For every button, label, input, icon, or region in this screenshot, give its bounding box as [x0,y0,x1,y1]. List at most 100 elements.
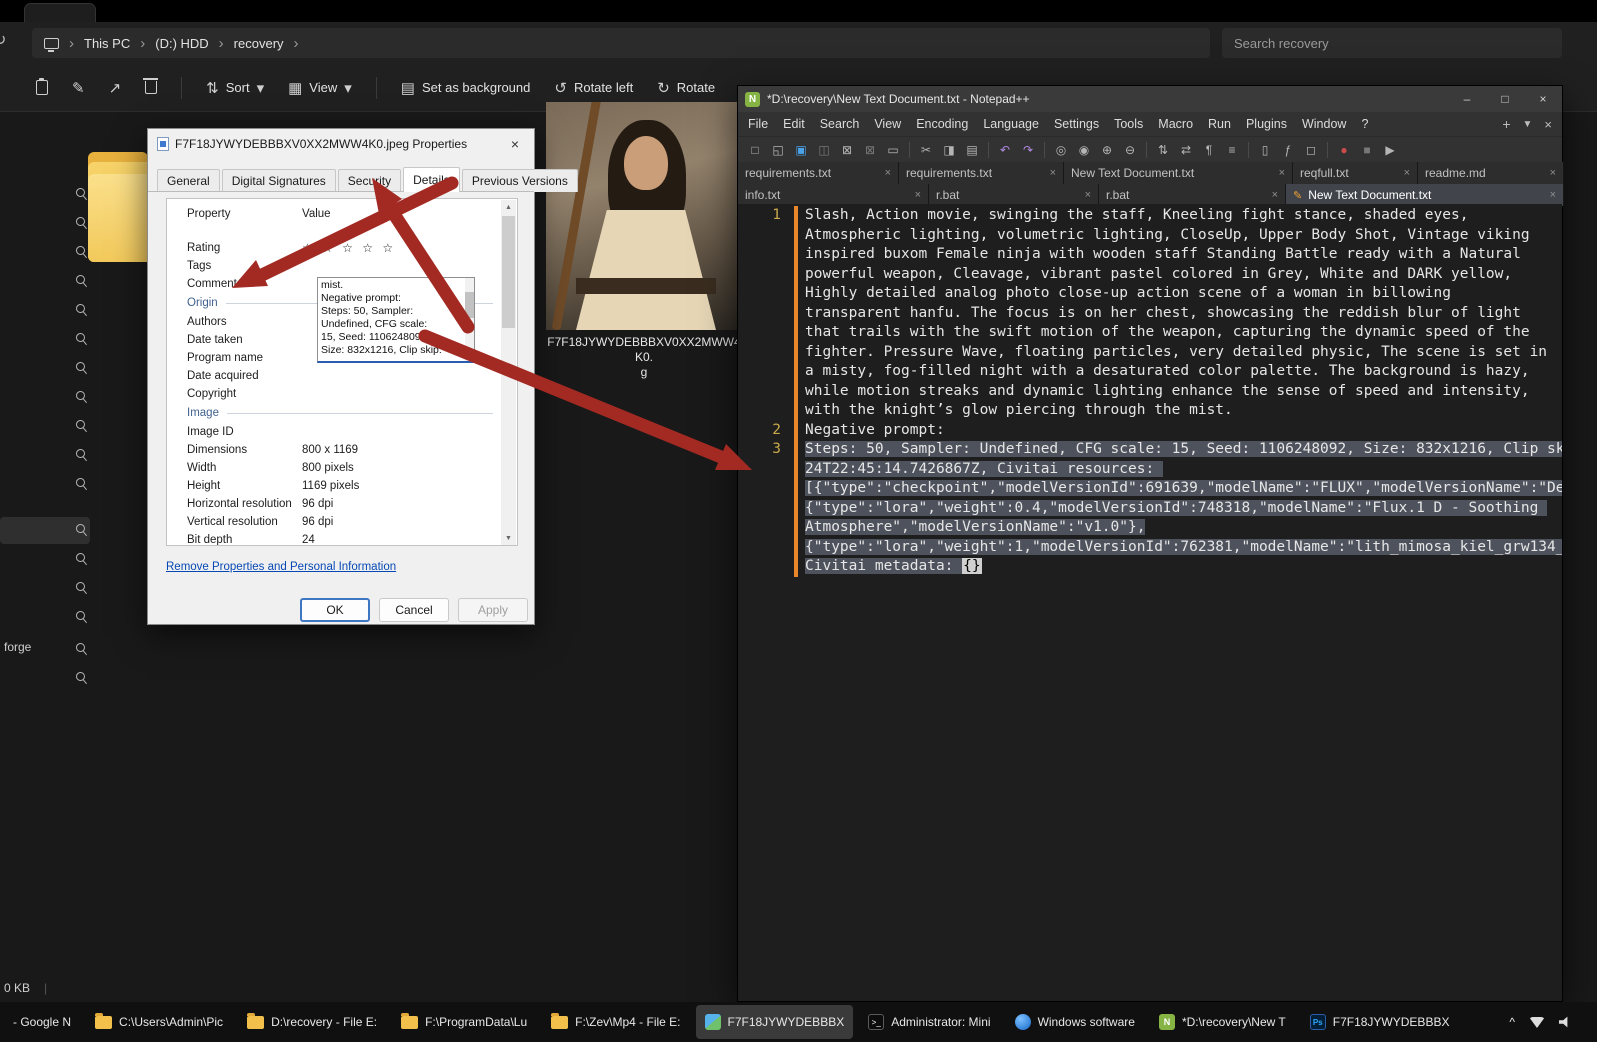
paste-icon[interactable] [36,80,48,95]
breadcrumb-this-pc[interactable]: This PC [84,36,130,51]
notepadpp-title-bar[interactable]: N *D:\recovery\New Text Document.txt - N… [738,86,1562,112]
taskbar-item-programdata-folder[interactable]: F:\ProgramData\Lu [392,1005,536,1039]
record-macro-icon[interactable]: ● [1335,141,1353,159]
doc-map-icon[interactable]: ▯ [1256,141,1274,159]
rating-stars[interactable]: ☆ ☆ ☆ ☆ ☆ [302,241,396,255]
thumbnail-image[interactable] [546,102,742,330]
tab-details[interactable]: Details [403,167,460,192]
zoom-in-icon[interactable]: ⊕ [1098,141,1116,159]
tab-security[interactable]: Security [338,169,401,192]
redo-icon[interactable]: ↷ [1019,141,1037,159]
print-icon[interactable]: ▭ [884,141,902,159]
save-all-icon[interactable]: ◫ [815,141,833,159]
close-icon[interactable]: × [1085,189,1091,201]
cut-icon[interactable]: ✂ [917,141,935,159]
close-icon[interactable]: × [1050,167,1056,179]
taskbar-item-zev-folder[interactable]: F:\Zev\Mp4 - File E: [542,1005,689,1039]
taskbar-item-image-viewer[interactable]: F7F18JYWYDEBBBX [696,1005,854,1039]
minimize-icon[interactable]: – [1448,86,1486,112]
properties-list[interactable]: Property Value Rating ☆ ☆ ☆ ☆ ☆ Tags Com… [166,198,518,546]
pin-icon[interactable] [74,186,87,199]
menu-window[interactable]: Window [1302,117,1346,131]
breadcrumb-folder[interactable]: recovery [234,36,284,51]
undo-icon[interactable]: ↶ [996,141,1014,159]
tab-previous-versions[interactable]: Previous Versions [462,169,578,192]
close-icon[interactable]: × [1279,167,1285,179]
taskbar-item-photoshop[interactable]: Ps F7F18JYWYDEBBBX [1301,1005,1459,1039]
tab-info[interactable]: info.txt× [738,184,929,206]
speaker-icon[interactable] [1559,1016,1571,1028]
close-icon[interactable]: × [505,136,525,152]
close-icon[interactable]: × [1404,167,1410,179]
tab-readme[interactable]: readme.md× [1418,162,1564,184]
view-button[interactable]: ▦ View ▾ [288,79,352,97]
chevron-icon[interactable]: › [219,35,224,52]
dialog-title-bar[interactable]: F7F18JYWYDEBBBXV0XX2MWW4K0.jpeg Properti… [148,129,534,159]
pin-icon[interactable] [74,418,87,431]
tab-reqfull[interactable]: reqfull.txt× [1293,162,1418,184]
apply-button[interactable]: Apply [458,598,528,622]
close-doc-icon[interactable]: ⊠ [838,141,856,159]
wifi-icon[interactable] [1529,1017,1545,1028]
pin-icon[interactable] [74,609,87,622]
pin-icon[interactable] [74,273,87,286]
stop-macro-icon[interactable]: ■ [1358,141,1376,159]
taskbar-item-notepadpp[interactable]: N *D:\recovery\New T [1150,1005,1295,1039]
comments-value-box[interactable]: mist. Negative prompt: Steps: 50, Sample… [317,277,475,363]
word-wrap-icon[interactable]: ¶ [1200,141,1218,159]
set-as-background-button[interactable]: ▤ Set as background [401,79,531,97]
menu-encoding[interactable]: Encoding [916,117,968,131]
chevron-icon[interactable]: › [140,35,145,52]
delete-icon[interactable] [145,81,157,94]
taskbar-item-windows-software[interactable]: Windows software [1006,1005,1144,1039]
share-icon[interactable]: ↗ [109,79,122,97]
sync-horizontal-icon[interactable]: ⇄ [1177,141,1195,159]
tray-expand-icon[interactable]: ^ [1509,1015,1515,1029]
pin-icon[interactable] [74,580,87,593]
rename-icon[interactable]: ✎ [72,79,85,97]
refresh-icon[interactable]: ↻ [0,30,6,50]
tab-requirements-2[interactable]: requirements.txt× [899,162,1064,184]
find-icon[interactable]: ◎ [1052,141,1070,159]
menu-run[interactable]: Run [1208,117,1231,131]
tab-general[interactable]: General [157,169,220,192]
tab-new-text-document-1[interactable]: New Text Document.txt× [1064,162,1293,184]
pin-icon[interactable] [74,476,87,489]
breadcrumb-drive[interactable]: (D:) HDD [155,36,208,51]
breadcrumb[interactable]: › This PC › (D:) HDD › recovery › [32,28,1210,58]
menu-macro[interactable]: Macro [1158,117,1193,131]
file-card[interactable]: F7F18JYWYDEBBBXV0XX2MWW4K0. g [546,102,742,380]
pin-icon[interactable] [74,641,87,654]
pin-icon[interactable] [74,331,87,344]
tab-digital-signatures[interactable]: Digital Signatures [222,169,336,192]
tab-requirements-1[interactable]: requirements.txt× [738,162,899,184]
new-file-icon[interactable]: □ [746,141,764,159]
doc-switcher-icon[interactable]: ◻ [1302,141,1320,159]
close-icon[interactable]: × [1524,86,1562,112]
pin-icon[interactable] [74,244,87,257]
paste-icon[interactable]: ▤ [963,141,981,159]
zoom-out-icon[interactable]: ⊖ [1121,141,1139,159]
new-tab-icon[interactable]: + [1502,116,1510,132]
show-symbols-icon[interactable]: ≡ [1223,141,1241,159]
menu-search[interactable]: Search [820,117,860,131]
menu-language[interactable]: Language [983,117,1039,131]
close-icon[interactable]: × [885,167,891,179]
list-scrollbar[interactable]: ▲ ▼ [501,200,516,546]
sidebar-item-forge[interactable]: forge [4,640,31,654]
sync-vertical-icon[interactable]: ⇅ [1154,141,1172,159]
pin-icon[interactable] [74,447,87,460]
comments-scrollbar[interactable] [465,278,474,361]
menu-plugins[interactable]: Plugins [1246,117,1287,131]
menu-tools[interactable]: Tools [1114,117,1143,131]
tab-new-text-document-active[interactable]: ✎ New Text Document.txt × [1286,184,1564,206]
pin-icon[interactable] [74,360,87,373]
taskbar-item-terminal[interactable]: >_ Administrator: Mini [859,1005,999,1039]
close-icon[interactable]: × [1272,189,1278,201]
close-icon[interactable]: × [1550,167,1556,179]
tab-rbat-2[interactable]: r.bat× [1099,184,1286,206]
chevron-icon[interactable]: › [294,35,299,52]
pin-icon[interactable] [74,670,87,683]
function-list-icon[interactable]: ƒ [1279,141,1297,159]
pin-icon[interactable] [74,302,87,315]
